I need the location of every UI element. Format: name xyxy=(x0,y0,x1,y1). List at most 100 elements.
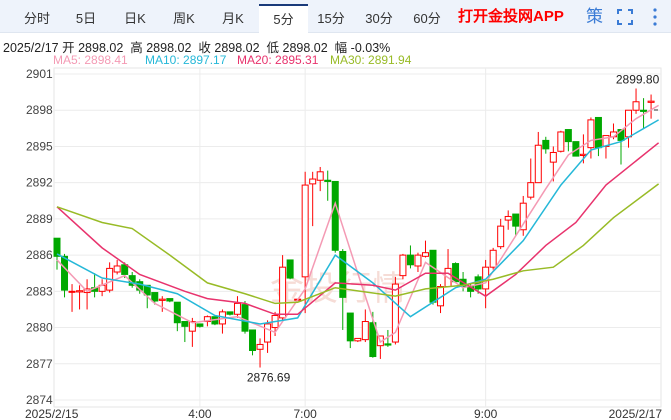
candle-body xyxy=(534,144,542,184)
tab-intraday[interactable]: 分时 xyxy=(15,4,59,33)
ma10-line xyxy=(56,119,659,325)
x-tick-label: 2025/2/15 xyxy=(25,407,79,420)
candle-body xyxy=(264,323,272,343)
candle-body xyxy=(369,322,377,358)
y-tick-label: 2901 xyxy=(26,67,53,81)
candle-body xyxy=(181,321,189,327)
candle-body xyxy=(497,225,505,248)
candle-body xyxy=(579,153,587,156)
candle-body xyxy=(354,337,362,342)
candle-body xyxy=(121,264,129,275)
candle-body xyxy=(376,335,384,347)
candle-body xyxy=(316,171,324,181)
candle-body xyxy=(452,263,460,283)
candle-body xyxy=(625,109,633,138)
ma5-legend: MA5: 2898.41 xyxy=(53,53,128,67)
candle-body xyxy=(632,101,640,111)
y-tick-label: 2898 xyxy=(26,103,53,117)
candle-body xyxy=(361,321,369,341)
candle-body xyxy=(572,141,580,157)
x-tick-label: 2025/2/17 xyxy=(609,407,663,420)
info-date: 2025/2/17 xyxy=(3,41,59,55)
candle-body xyxy=(158,298,166,301)
candle-body xyxy=(249,329,257,351)
candle-body xyxy=(519,202,527,231)
y-tick-label: 2883 xyxy=(26,284,53,298)
x-tick-label: 9:00 xyxy=(474,407,498,420)
candle-body xyxy=(331,180,339,251)
tab-daily[interactable]: 日K xyxy=(113,4,157,33)
candle-body xyxy=(83,288,91,294)
candle-body xyxy=(113,265,121,273)
x-tick-label: 7:00 xyxy=(293,407,317,420)
fullscreen-icon[interactable] xyxy=(617,9,633,25)
open-app-link[interactable]: 打开金投网APP xyxy=(458,0,564,33)
candle-body xyxy=(549,151,557,163)
candle-body xyxy=(279,266,287,319)
tab-15min[interactable]: 15分 xyxy=(310,4,352,33)
candle-body xyxy=(406,254,414,266)
candle-body xyxy=(564,129,572,143)
tab-30min[interactable]: 30分 xyxy=(358,4,400,33)
tab-5day[interactable]: 5日 xyxy=(64,4,108,33)
candle-body xyxy=(68,290,76,293)
candle-body xyxy=(324,179,332,182)
candle-body xyxy=(602,135,610,147)
candle-body xyxy=(587,119,595,149)
plot-frame xyxy=(53,67,662,408)
candle-body xyxy=(414,254,422,267)
candle-body xyxy=(647,100,655,103)
y-tick-label: 2877 xyxy=(26,357,53,371)
candle-body xyxy=(241,304,249,332)
candle-body xyxy=(542,139,550,150)
candle-body xyxy=(98,284,106,292)
more-icon[interactable] xyxy=(652,7,658,27)
tab-weekly[interactable]: 周K xyxy=(162,4,206,33)
candle-body xyxy=(233,302,241,315)
candle-body xyxy=(61,255,69,291)
candle-body xyxy=(226,311,234,315)
candle-body xyxy=(166,298,174,302)
ma5-line xyxy=(56,104,659,344)
candle-body xyxy=(421,252,429,257)
ma30-line xyxy=(56,183,660,305)
y-tick-label: 2874 xyxy=(26,393,53,407)
y-tick-label: 2880 xyxy=(26,321,53,335)
candle-body xyxy=(504,215,512,221)
max-price-label: 2899.80 xyxy=(616,72,660,86)
candle-body xyxy=(53,237,61,257)
candle-body xyxy=(76,290,84,293)
watermark-logo: 金投行情 xyxy=(270,269,406,309)
candle-body xyxy=(106,267,114,291)
candle-body xyxy=(527,182,535,198)
y-tick-label: 2886 xyxy=(26,248,53,262)
candle-body xyxy=(594,116,602,149)
tab-5min[interactable]: 5分 xyxy=(259,4,308,33)
candle-body xyxy=(609,131,617,138)
candle-body xyxy=(173,301,181,324)
candle-body xyxy=(309,178,317,185)
y-tick-label: 2892 xyxy=(26,176,53,190)
candle-body xyxy=(128,275,136,286)
ma30-legend: MA30: 2891.94 xyxy=(330,53,412,67)
candle-body xyxy=(512,213,520,227)
candle-body xyxy=(474,276,482,290)
candle-body xyxy=(384,343,392,346)
candle-body xyxy=(286,259,294,279)
candle-body xyxy=(151,292,159,302)
candle-body xyxy=(218,311,226,325)
candle-body xyxy=(399,254,407,277)
candle-body xyxy=(91,287,99,292)
candle-body xyxy=(339,250,347,298)
strategy-button[interactable]: 策 xyxy=(586,0,603,33)
candle-body xyxy=(489,249,497,268)
candle-body xyxy=(617,129,625,141)
candle-body xyxy=(188,321,196,332)
candle-body xyxy=(271,314,279,329)
y-tick-label: 2889 xyxy=(26,212,53,226)
candle-body xyxy=(444,267,452,288)
tab-monthly[interactable]: 月K xyxy=(211,4,255,33)
ma20-line xyxy=(56,142,660,316)
candle-body xyxy=(429,249,437,303)
tab-60min[interactable]: 60分 xyxy=(406,4,448,33)
